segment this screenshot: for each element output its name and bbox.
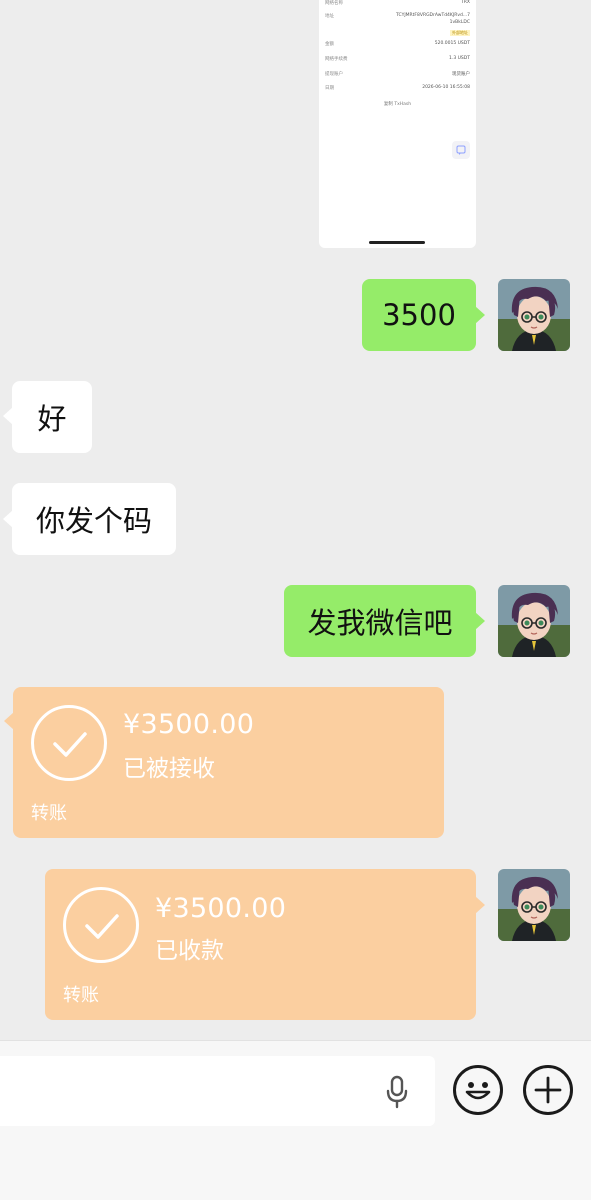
avatar[interactable] bbox=[498, 585, 570, 657]
transfer-status: 已被接收 bbox=[123, 756, 215, 782]
checkmark-icon bbox=[53, 732, 87, 757]
checkmark-icon bbox=[85, 914, 119, 939]
transfer-label: 转账 bbox=[31, 803, 67, 824]
message-text: 你发个码 bbox=[35, 504, 152, 538]
transfer-label: 转账 bbox=[63, 985, 99, 1006]
microphone-icon-svg bbox=[386, 1075, 408, 1109]
emoji-button[interactable] bbox=[453, 1065, 503, 1115]
message-text: 3500 bbox=[382, 298, 456, 332]
shot-row: 提现账户 现货账户 bbox=[325, 72, 470, 77]
message-text: 发我微信吧 bbox=[307, 606, 453, 640]
shot-row: 网络手续费 1.3 USDT bbox=[325, 56, 470, 62]
transfer-amount: ¥3500.00 bbox=[123, 709, 255, 740]
shot-row: 网络名称 TRX bbox=[325, 0, 470, 6]
message-input[interactable] bbox=[0, 1056, 435, 1126]
message-text: 好 bbox=[37, 402, 67, 436]
avatar[interactable] bbox=[498, 869, 570, 941]
message-bubble-them[interactable]: 你发个码 bbox=[12, 483, 176, 555]
message-bubble-me[interactable]: 发我微信吧 bbox=[284, 585, 476, 657]
message-bubble-me[interactable]: 3500 bbox=[362, 279, 476, 351]
emoji-smile-icon bbox=[465, 1082, 491, 1100]
microphone-icon[interactable] bbox=[382, 1074, 412, 1110]
transfer-amount: ¥3500.00 bbox=[155, 893, 287, 924]
bubble-tail bbox=[475, 612, 485, 630]
shared-screenshot-image[interactable]: 网络名称 TRX 地址 TCYJMRtF8VRGDrAwTd4KJRvd...7… bbox=[319, 0, 476, 248]
check-circle-icon bbox=[31, 705, 107, 781]
avatar-image bbox=[498, 279, 570, 351]
shot-row: 金额 520.0015 USDT bbox=[325, 41, 470, 47]
check-circle-icon bbox=[63, 887, 139, 963]
shot-row: 1vBkLDC bbox=[449, 20, 470, 25]
home-indicator bbox=[369, 241, 425, 244]
plus-button[interactable] bbox=[523, 1065, 573, 1115]
shot-row: 日期 2026-06-10 16:55:08 bbox=[325, 85, 470, 91]
shot-link: 复制 TxHash bbox=[383, 102, 412, 107]
message-bubble-them[interactable]: 好 bbox=[12, 381, 92, 453]
transfer-card-them[interactable]: ¥3500.00 已被接收 转账 bbox=[13, 687, 444, 838]
transfer-card-me[interactable]: ¥3500.00 已收款 转账 bbox=[45, 869, 476, 1020]
shot-support-icon bbox=[452, 141, 470, 159]
chat-icon bbox=[456, 145, 466, 155]
bubble-tail bbox=[475, 896, 485, 914]
plus-icon bbox=[534, 1076, 562, 1104]
bubble-tail bbox=[475, 306, 485, 324]
shot-tag: 外部地址 bbox=[450, 30, 470, 36]
avatar-image bbox=[498, 585, 570, 657]
avatar[interactable] bbox=[498, 279, 570, 351]
transfer-status: 已收款 bbox=[155, 938, 224, 964]
avatar-image bbox=[498, 869, 570, 941]
